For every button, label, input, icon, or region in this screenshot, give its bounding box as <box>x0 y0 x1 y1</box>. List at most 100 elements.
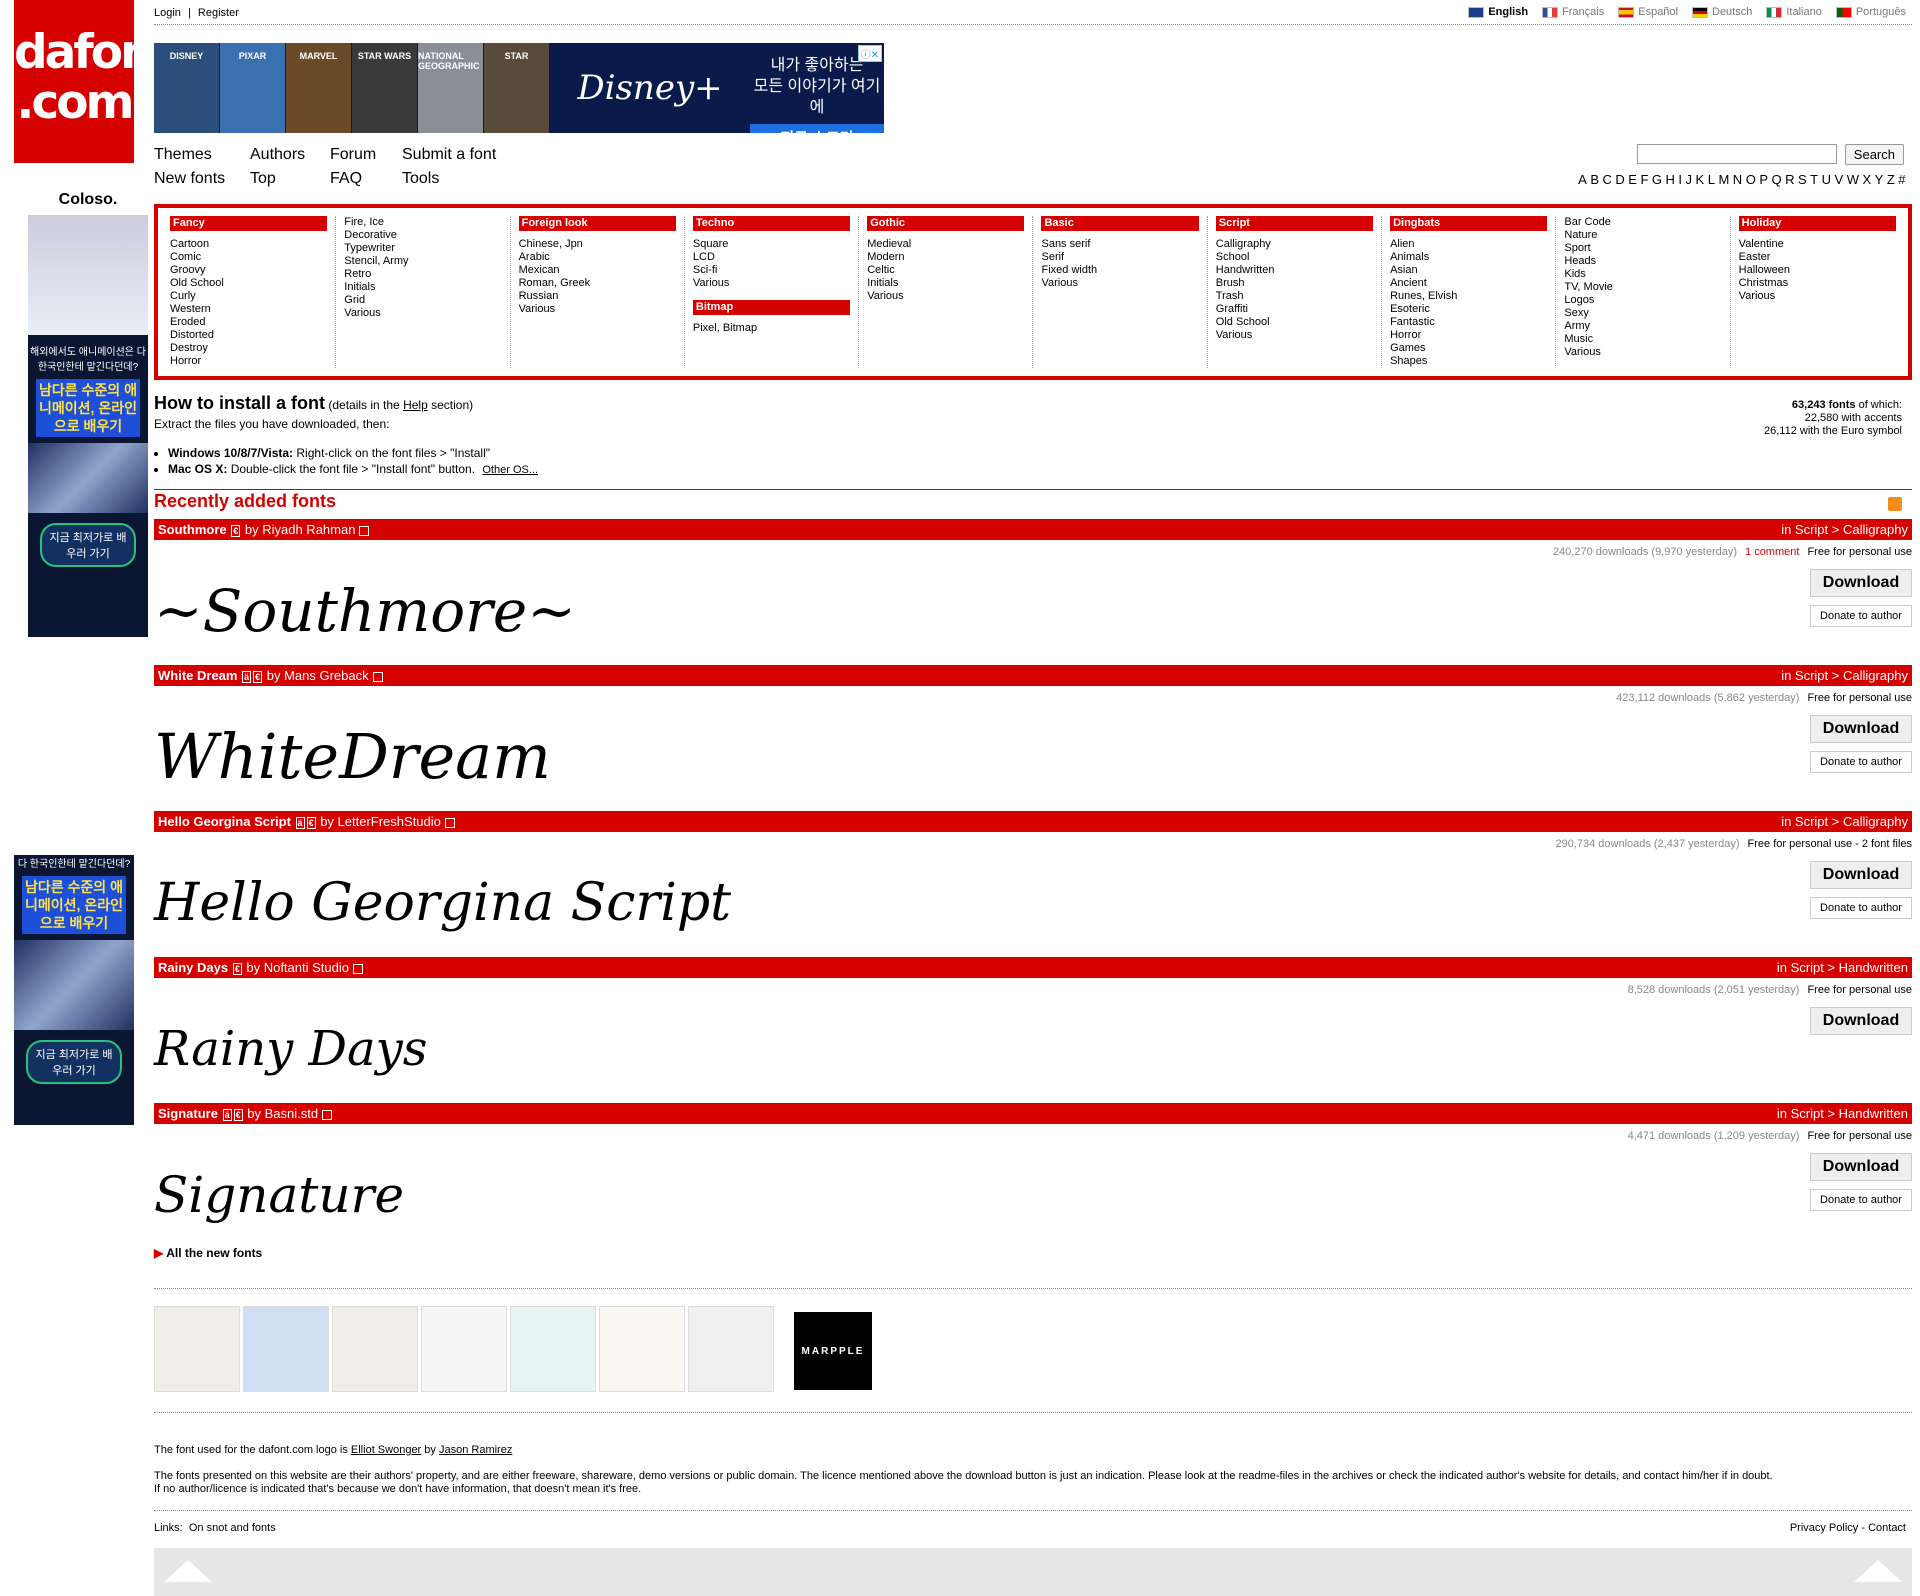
category-link[interactable]: Heads <box>1564 255 1721 268</box>
external-link-icon[interactable] <box>372 671 383 682</box>
letter-link[interactable]: Q <box>1771 172 1782 187</box>
category-link[interactable]: Destroy <box>170 342 327 355</box>
privacy-link[interactable]: Privacy Policy <box>1790 1522 1858 1534</box>
download-button[interactable]: Download <box>1810 569 1912 597</box>
category-link[interactable]: Games <box>1390 342 1547 355</box>
category-link[interactable]: Fixed width <box>1041 264 1198 277</box>
category-link[interactable]: Various <box>693 277 850 290</box>
category-link[interactable]: Typewriter <box>344 242 501 255</box>
category-link[interactable]: Various <box>1739 290 1896 303</box>
category-link[interactable]: Stencil, Army <box>344 255 501 268</box>
letter-link[interactable]: T <box>1810 172 1818 187</box>
category-link[interactable]: Mexican <box>519 264 676 277</box>
author-link[interactable]: by Riyadh Rahman <box>245 522 356 537</box>
category-link[interactable]: Trash <box>1216 290 1373 303</box>
nav-tools[interactable]: Tools <box>402 170 522 188</box>
search-input[interactable] <box>1636 144 1837 164</box>
category-link[interactable]: Eroded <box>170 316 327 329</box>
font-category-link[interactable]: in Script > Calligraphy <box>1781 814 1908 829</box>
author-link[interactable]: by Basni.std <box>247 1106 318 1121</box>
category-link[interactable]: Fantastic <box>1390 316 1547 329</box>
category-link[interactable]: Comic <box>170 251 327 264</box>
category-header[interactable]: Holiday <box>1738 216 1896 231</box>
category-link[interactable]: Decorative <box>344 229 501 242</box>
category-link[interactable]: Square <box>693 238 850 251</box>
lang-english[interactable]: English <box>1468 6 1528 18</box>
category-link[interactable]: Medieval <box>867 238 1024 251</box>
category-link[interactable]: Fire, Ice <box>344 216 501 229</box>
category-link[interactable]: Sci-fi <box>693 264 850 277</box>
nav-top[interactable]: Top <box>250 170 330 188</box>
letter-link[interactable]: V <box>1835 172 1844 187</box>
download-button[interactable]: Download <box>1810 861 1912 889</box>
font-category-link[interactable]: in Script > Calligraphy <box>1781 668 1908 683</box>
category-header[interactable]: Basic <box>1041 216 1199 231</box>
nav-authors[interactable]: Authors <box>250 146 330 164</box>
nav-new-fonts[interactable]: New fonts <box>154 170 250 188</box>
nav-themes[interactable]: Themes <box>154 146 250 164</box>
side-banner-ad[interactable]: 다 한국인한테 맡긴다던데? 남다른 수준의 애니메이션, 온라인으로 배우기 … <box>14 855 134 1125</box>
category-link[interactable]: Curly <box>170 290 327 303</box>
category-link[interactable]: Ancient <box>1390 277 1547 290</box>
top-banner-ad[interactable]: DISNEY PIXAR MARVEL STAR WARS NATIONAL G… <box>154 43 884 133</box>
font-name-link[interactable]: Southmore <box>158 522 227 537</box>
category-link[interactable]: Groovy <box>170 264 327 277</box>
logo-font-link[interactable]: Elliot Swonger <box>351 1444 421 1456</box>
download-button[interactable]: Download <box>1810 715 1912 743</box>
all-new-fonts-link[interactable]: ▶ All the new fonts <box>154 1246 262 1260</box>
external-link-icon[interactable] <box>352 963 363 974</box>
ad-cta-button[interactable]: 지금 최저가로 배우러 가기 <box>26 1040 122 1084</box>
ad-close-icon[interactable]: ⓘ✕ <box>857 45 882 62</box>
category-link[interactable]: Esoteric <box>1390 303 1547 316</box>
category-link[interactable]: Initials <box>344 281 501 294</box>
letter-link[interactable]: H <box>1666 172 1676 187</box>
category-link[interactable]: Roman, Greek <box>519 277 676 290</box>
letter-link[interactable]: I <box>1678 172 1682 187</box>
category-link[interactable]: Shapes <box>1390 355 1547 368</box>
letter-link[interactable]: D <box>1615 172 1625 187</box>
lang-french[interactable]: Français <box>1542 6 1604 18</box>
nav-faq[interactable]: FAQ <box>330 170 402 188</box>
letter-link[interactable]: Y <box>1875 172 1884 187</box>
category-link[interactable]: Christmas <box>1739 277 1896 290</box>
ad-cta-button[interactable]: 지금 최저가로 배우러 가기 <box>40 523 136 567</box>
font-name-link[interactable]: White Dream <box>158 668 237 683</box>
category-link[interactable]: Modern <box>867 251 1024 264</box>
search-button[interactable]: Search <box>1844 144 1904 165</box>
letter-link[interactable]: S <box>1798 172 1807 187</box>
letter-link[interactable]: K <box>1696 172 1705 187</box>
download-button[interactable]: Download <box>1810 1153 1912 1181</box>
logo-author-link[interactable]: Jason Ramirez <box>439 1444 512 1456</box>
category-link[interactable]: Western <box>170 303 327 316</box>
category-link[interactable]: Graffiti <box>1216 303 1373 316</box>
font-category-link[interactable]: in Script > Handwritten <box>1777 960 1908 975</box>
category-link[interactable]: Various <box>1216 329 1373 342</box>
rss-icon[interactable] <box>1888 497 1902 511</box>
category-link[interactable]: Animals <box>1390 251 1547 264</box>
category-link[interactable]: Pixel, Bitmap <box>693 322 850 335</box>
donate-button[interactable]: Donate to author <box>1810 605 1912 627</box>
letter-link[interactable]: N <box>1733 172 1743 187</box>
external-link-icon[interactable] <box>322 1109 333 1120</box>
author-link[interactable]: by Noftanti Studio <box>246 960 349 975</box>
category-link[interactable]: Runes, Elvish <box>1390 290 1547 303</box>
category-link[interactable]: LCD <box>693 251 850 264</box>
category-link[interactable]: Music <box>1564 333 1721 346</box>
category-link[interactable]: Sport <box>1564 242 1721 255</box>
category-header[interactable]: Foreign look <box>518 216 676 231</box>
font-category-link[interactable]: in Script > Calligraphy <box>1781 522 1908 537</box>
letter-link[interactable]: Z <box>1887 172 1895 187</box>
lang-german[interactable]: Deutsch <box>1692 6 1752 18</box>
font-category-link[interactable]: in Script > Handwritten <box>1777 1106 1908 1121</box>
register-link[interactable]: Register <box>198 7 239 19</box>
font-preview[interactable]: Rainy Days <box>154 999 427 1099</box>
category-link[interactable]: Celtic <box>867 264 1024 277</box>
login-link[interactable]: Login <box>154 7 181 19</box>
category-header[interactable]: Script <box>1215 216 1374 231</box>
category-link[interactable]: Various <box>344 307 501 320</box>
category-link[interactable]: Old School <box>170 277 327 290</box>
letter-link[interactable]: L <box>1708 172 1716 187</box>
font-preview[interactable]: WhiteDream <box>154 707 551 807</box>
ad-cta-button[interactable]: 지금 스트리밍 <box>750 124 884 133</box>
nav-forum[interactable]: Forum <box>330 146 402 164</box>
